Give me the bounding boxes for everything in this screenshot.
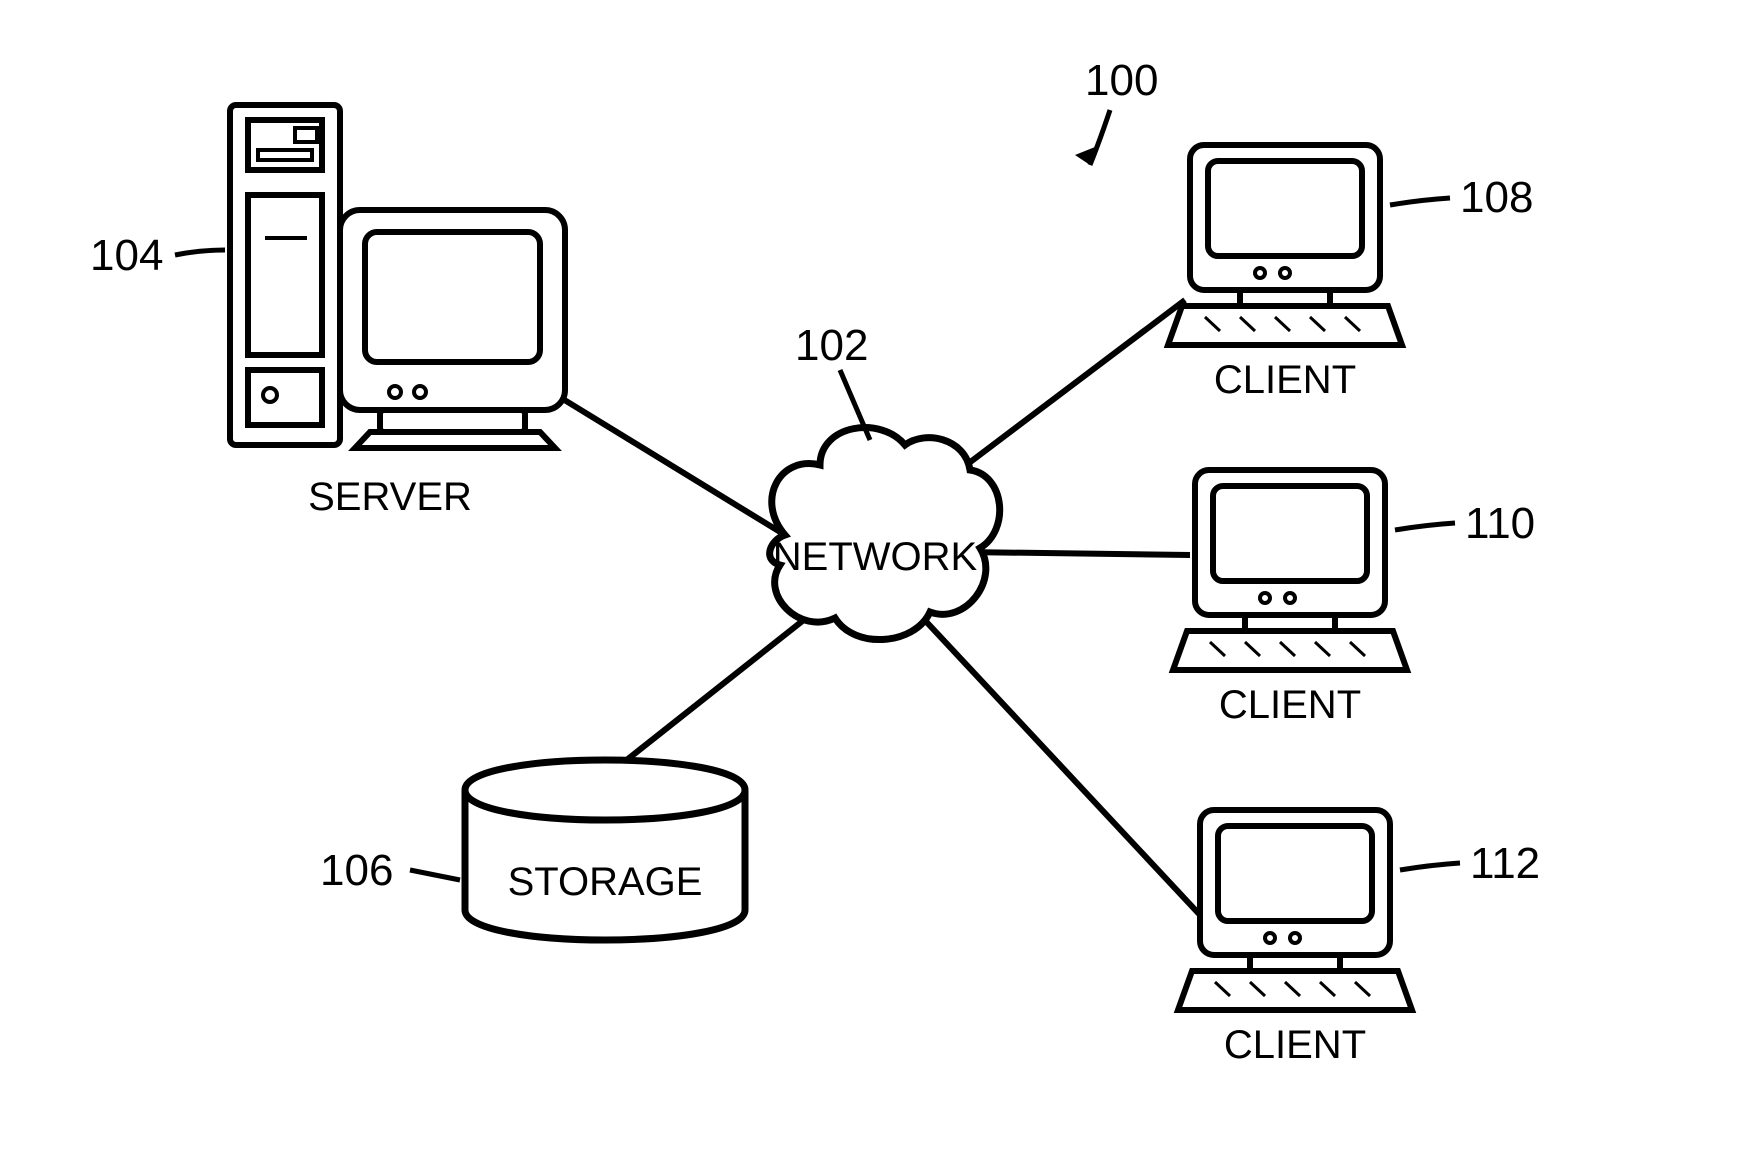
storage-ref-text: 106: [320, 846, 393, 895]
storage-ref: 106: [320, 846, 460, 895]
client1-node: CLIENT: [1168, 145, 1402, 402]
client3-node: CLIENT: [1178, 810, 1412, 1067]
server-ref: 104: [90, 231, 225, 280]
storage-node: STORAGE: [465, 760, 745, 940]
client2-ref: 110: [1395, 499, 1535, 548]
server-label: SERVER: [308, 475, 472, 519]
client3-ref: 112: [1400, 839, 1540, 888]
client2-label: CLIENT: [1219, 683, 1361, 727]
client1-ref: 108: [1390, 173, 1533, 222]
client1-ref-text: 108: [1460, 173, 1533, 222]
network-ref-text: 102: [795, 321, 868, 370]
network-label: NETWORK: [773, 535, 978, 579]
client3-ref-text: 112: [1470, 839, 1540, 888]
network-diagram: NETWORK 102 SERVER 104 STORAGE: [0, 0, 1746, 1173]
diagram-ref: 100: [1075, 56, 1158, 165]
server-ref-text: 104: [90, 231, 163, 280]
client2-ref-text: 110: [1465, 499, 1535, 548]
diagram-ref-text: 100: [1085, 56, 1158, 105]
client3-label: CLIENT: [1224, 1023, 1366, 1067]
network-node: NETWORK: [770, 428, 1000, 640]
client1-label: CLIENT: [1214, 358, 1356, 402]
network-ref: 102: [795, 321, 870, 440]
server-node: SERVER: [230, 105, 565, 519]
storage-label: STORAGE: [508, 860, 703, 904]
client2-node: CLIENT: [1173, 470, 1407, 727]
